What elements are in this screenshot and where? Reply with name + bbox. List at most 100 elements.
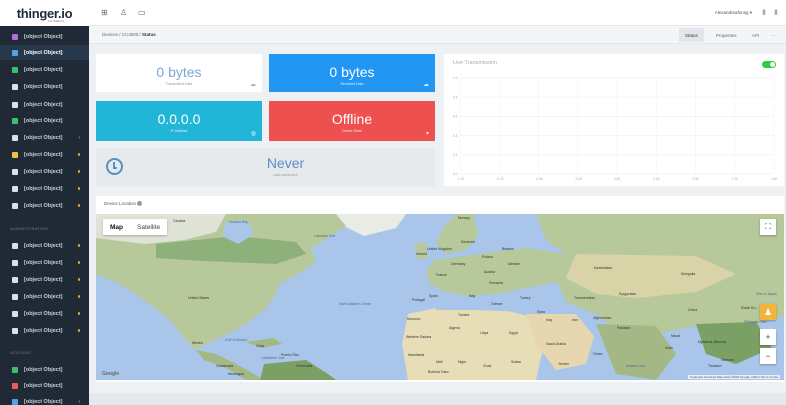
map-label: Saudi Arabia bbox=[546, 342, 566, 346]
map-label: Venezuela bbox=[296, 364, 313, 368]
breadcrumb-bar: Devices / CC3000 / Status Status Propert… bbox=[89, 26, 786, 44]
sidebar-item-label: [object Object] bbox=[24, 327, 63, 334]
tab-more[interactable]: ··· bbox=[765, 28, 782, 42]
map-label: Canada bbox=[173, 219, 186, 223]
fullscreen-icon[interactable]: ⛶ bbox=[760, 219, 776, 235]
received-label: Received Data bbox=[340, 82, 364, 86]
sidebar-item-dashboards[interactable]: [object Object] bbox=[0, 62, 89, 77]
sidebar-item-projects[interactable]: [object Object] bbox=[0, 181, 89, 196]
ip-address-widget: 0.0.0.0 IP Address ◍ bbox=[96, 101, 262, 141]
sidebar-item-assets[interactable]: [object Object] › bbox=[0, 130, 89, 145]
map-label: Turkey bbox=[520, 296, 531, 300]
sidebar-item-label: [object Object] bbox=[24, 185, 63, 192]
map-button[interactable]: Map bbox=[103, 219, 130, 235]
map-label: Vietnam bbox=[721, 358, 734, 362]
map-label: United Kingdom bbox=[427, 247, 452, 251]
map-label: Morocco bbox=[407, 317, 421, 321]
x-tick-label: 1.00 bbox=[771, 177, 777, 181]
expand-dot-icon bbox=[77, 204, 80, 207]
sidebar-item-plugins[interactable]: [object Object] bbox=[0, 198, 89, 213]
settings-icon bbox=[12, 382, 18, 389]
zoom-out-button[interactable]: − bbox=[760, 348, 776, 364]
x-tick-label: -0.50 bbox=[536, 177, 543, 181]
user-menu[interactable]: Alexandreafonsg ▾ bbox=[715, 10, 752, 16]
map-label: Turkmenistan bbox=[574, 296, 596, 300]
logo[interactable]: thinger.io bbox=[0, 0, 89, 26]
map-attribution[interactable]: Keyboard shortcuts Map data ©2023 Google… bbox=[688, 375, 780, 379]
map-area[interactable]: Canada United States Mexico Cuba Puerto Rico… bbox=[96, 214, 784, 380]
expand-dot-icon bbox=[77, 244, 80, 247]
map-label: Algeria bbox=[449, 326, 460, 330]
folder-icon[interactable]: ▭ bbox=[138, 8, 146, 17]
endpoints-icon bbox=[12, 101, 18, 108]
sidebar-item-data-buckets[interactable]: [object Object] bbox=[0, 79, 89, 94]
sidebar-item-label: [object Object] bbox=[24, 151, 63, 158]
sidebar-item-label: [object Object] bbox=[24, 202, 63, 209]
last-conn-value: Never bbox=[266, 155, 305, 171]
sidebar-item-endpoints[interactable]: [object Object] bbox=[0, 97, 89, 112]
account-icon[interactable]: ▮ bbox=[774, 8, 778, 16]
sidebar-item-products[interactable]: [object Object] bbox=[0, 164, 89, 179]
satellite-button[interactable]: Satellite bbox=[130, 219, 167, 235]
section-account: ACCOUNT bbox=[10, 350, 32, 355]
map-label: Austria bbox=[484, 270, 495, 274]
info-icon[interactable] bbox=[137, 201, 143, 207]
grid-icon[interactable]: ⊞ bbox=[101, 8, 108, 17]
state-value: Offline bbox=[331, 111, 373, 127]
map-label: Italy bbox=[469, 294, 476, 298]
sidebar-item-oauth2-clients[interactable]: [object Object] bbox=[0, 306, 89, 321]
zoom-in-button[interactable]: + bbox=[760, 329, 776, 345]
tab-api[interactable]: API bbox=[746, 28, 765, 42]
upload-icon: ☁ bbox=[250, 82, 256, 88]
sidebar-item-user-accounts[interactable]: [object Object] bbox=[0, 238, 89, 253]
data-buckets-icon bbox=[12, 83, 18, 90]
map-label: Mauritania bbox=[408, 353, 425, 357]
map-label: Egypt bbox=[509, 331, 518, 335]
map-label: Norway bbox=[458, 216, 470, 220]
breadcrumb[interactable]: Devices / CC3000 / Status bbox=[102, 32, 156, 37]
tab-properties[interactable]: Properties bbox=[710, 28, 743, 42]
sidebar-item-label: [object Object] bbox=[24, 382, 63, 389]
user-icon[interactable]: ♙ bbox=[120, 8, 127, 17]
breadcrumb-path[interactable]: Devices / CC3000 / bbox=[102, 32, 142, 37]
sidebar-item-file-storages[interactable]: [object Object] bbox=[0, 147, 89, 162]
map-label: Oman bbox=[593, 352, 603, 356]
sidebar-item-brands[interactable]: [object Object] bbox=[0, 289, 89, 304]
sidebar-item-access-tokens[interactable]: [object Object] bbox=[0, 113, 89, 128]
map-label: Poland bbox=[482, 255, 493, 259]
sidebar-item-statistics[interactable]: [object Object] bbox=[0, 29, 89, 44]
map-label: Mongolia bbox=[681, 272, 696, 276]
transmitted-data-widget: 0 bytes Transmitted Data ☁ bbox=[96, 54, 262, 92]
sidebar-item-devices[interactable]: [object Object] bbox=[0, 45, 89, 60]
street-view-icon[interactable]: ♟ bbox=[760, 304, 776, 320]
tab-status[interactable]: Status bbox=[679, 28, 704, 42]
map-label: Greece bbox=[491, 302, 503, 306]
received-value: 0 bytes bbox=[329, 64, 375, 80]
sidebar-item-profile[interactable]: [object Object] bbox=[0, 362, 89, 377]
map-label: Pakistan bbox=[617, 326, 631, 330]
sidebar-item-label: [object Object] bbox=[24, 293, 63, 300]
map-label: France bbox=[436, 273, 447, 277]
sidebar-item-cluster-hosts[interactable]: [object Object] bbox=[0, 255, 89, 270]
expand-dot-icon bbox=[77, 187, 80, 190]
sidebar-item-contacts[interactable]: [object Object] bbox=[0, 272, 89, 287]
sidebar-item-label: [object Object] bbox=[24, 398, 63, 405]
map-label: Sudan bbox=[511, 360, 522, 364]
map-label: Burkina Faso bbox=[428, 370, 449, 374]
map-label: Spain bbox=[429, 294, 438, 298]
sidebar-item-support[interactable]: [object Object] › bbox=[0, 394, 89, 405]
expand-dot-icon bbox=[77, 295, 80, 298]
y-tick-label: 0.8 bbox=[453, 95, 458, 99]
sidebar-item-label: [object Object] bbox=[24, 101, 63, 108]
map-label: Gulf of Mexico bbox=[225, 338, 248, 342]
sidebar-item-proxies[interactable]: [object Object] bbox=[0, 323, 89, 338]
plugins-icon bbox=[12, 202, 18, 209]
received-data-widget: 0 bytes Received Data ☁ bbox=[269, 54, 435, 92]
sidebar-item-label: [object Object] bbox=[24, 134, 63, 141]
file-storages-icon bbox=[12, 151, 18, 158]
notifications-icon[interactable]: ▮ bbox=[762, 8, 766, 16]
map-label: Mali bbox=[436, 360, 443, 364]
sidebar-item-settings[interactable]: [object Object] bbox=[0, 378, 89, 393]
ip-value: 0.0.0.0 bbox=[157, 111, 201, 127]
sidebar-item-label: [object Object] bbox=[24, 168, 63, 175]
